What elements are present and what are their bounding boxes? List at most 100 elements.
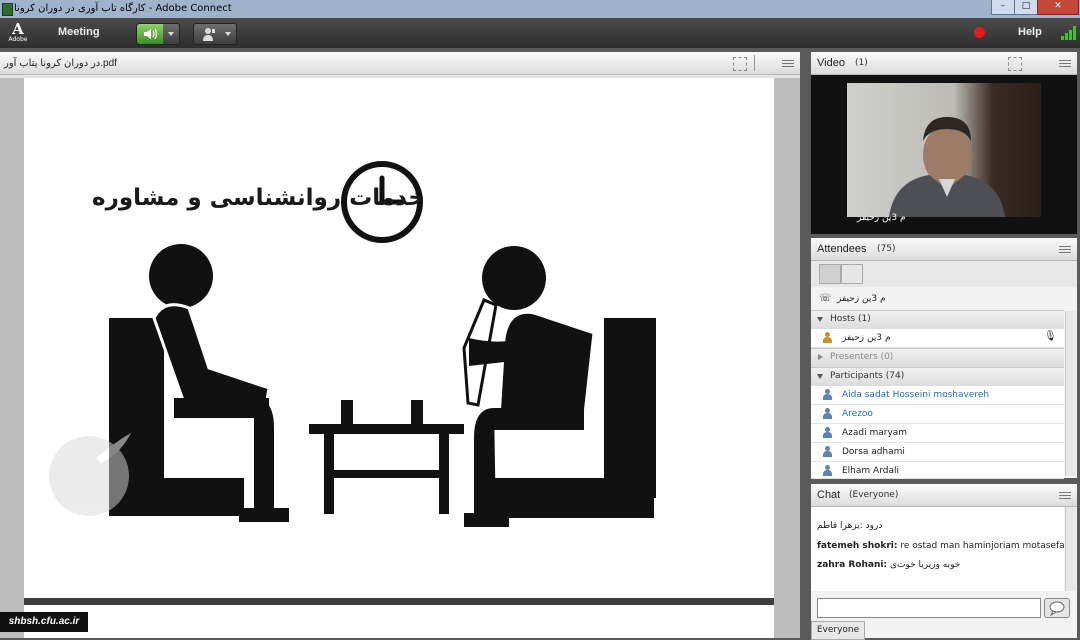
- chat-pod: Chat (Everyone) درود :یزهرا فاطم fatemeh…: [811, 484, 1077, 640]
- host-user-icon: [822, 332, 832, 343]
- participant-user-icon: [822, 408, 832, 419]
- chat-transcript: درود :یزهرا فاطم fatemeh shokri: re osta…: [811, 507, 1076, 591]
- presenters-label: Presenters (0): [830, 352, 894, 362]
- participant-user-icon: [822, 446, 832, 457]
- participant-name: Dorsa adhami: [842, 447, 905, 457]
- minimize-button[interactable]: –: [991, 0, 1015, 15]
- attendees-pod-header: Attendees (75): [811, 238, 1077, 261]
- participants-section[interactable]: Participants (74): [811, 367, 1064, 386]
- speaker-icon: [137, 24, 163, 44]
- video-fullscreen-icon[interactable]: [1008, 57, 1022, 71]
- window-title: کارگاه تاب آوری در دوران کرونا - Adobe C…: [14, 3, 232, 14]
- speaker-webcam-image: [889, 117, 1005, 217]
- connection-signal-icon: [1061, 26, 1077, 40]
- counseling-illustration: [49, 161, 656, 527]
- attendee-view-switcher: [811, 261, 1077, 287]
- participant-name: Arezoo: [842, 409, 873, 419]
- video-area: م 3ین زحیفز: [811, 75, 1077, 234]
- attendees-pod-title: Attendees: [817, 243, 867, 255]
- share-right-margin: [774, 78, 800, 638]
- share-left-margin: [0, 78, 24, 638]
- webcam-user-icon: [200, 27, 216, 47]
- share-pod-header: در دوران کرونا یتاب آور.pdf: [0, 52, 800, 75]
- meeting-toolbar: A Adobe Meeting Help: [0, 18, 1080, 48]
- shared-file-name: در دوران کرونا یتاب آور.pdf: [4, 58, 117, 69]
- site-watermark: shbsh.cfu.ac.ir: [0, 612, 88, 632]
- current-user-row[interactable]: ☏ م 3ین زحیفز: [811, 289, 1077, 309]
- speaker-button[interactable]: [136, 23, 180, 45]
- recording-indicator-icon[interactable]: [974, 27, 985, 38]
- chat-recipient-tab[interactable]: Everyone: [811, 621, 865, 640]
- microphone-icon: 🎙: [1044, 331, 1057, 342]
- video-pod: Video (1) م 3ین زحیفز: [811, 52, 1077, 234]
- coffee-table: [309, 400, 464, 514]
- collapse-icon: [817, 374, 823, 379]
- presentation-slide: خدمات روانشناسی و مشاوره: [24, 78, 774, 598]
- close-button[interactable]: ✕: [1037, 0, 1079, 15]
- expand-icon: [818, 354, 826, 360]
- participant-name: Aida sadat Hosseini moshavereh: [842, 390, 990, 400]
- participants-label: Participants (74): [830, 371, 905, 381]
- participant-user-icon: [822, 389, 832, 400]
- attendees-pod-menu-icon[interactable]: [1059, 244, 1071, 254]
- header-divider: [754, 55, 755, 71]
- video-count: (1): [855, 58, 868, 68]
- attendees-pod: Attendees (75) ☏ م 3ین زحیفز Hosts (1) م…: [811, 238, 1077, 479]
- chat-pod-title: Chat: [817, 489, 841, 501]
- chat-pod-header: Chat (Everyone): [811, 484, 1077, 507]
- chat-sender: fatemeh shokri:: [817, 541, 898, 551]
- attendees-scrollbar[interactable]: [1065, 311, 1076, 476]
- pod-menu-icon[interactable]: [782, 58, 794, 68]
- speaker-name-label: م 3ین زحیفز: [857, 213, 906, 223]
- attendee-row[interactable]: م 3ین زحیفز 🎙: [811, 329, 1064, 348]
- window-title-bar: کارگاه تاب آوری در دوران کرونا - Adobe C…: [0, 0, 1080, 18]
- meeting-menu[interactable]: Meeting: [58, 26, 100, 38]
- attendee-row[interactable]: Azadi maryam: [811, 424, 1064, 443]
- current-user-name: م 3ین زحیفز: [837, 294, 886, 304]
- next-slide-preview: [24, 605, 774, 638]
- send-message-button[interactable]: [1044, 598, 1070, 618]
- hosts-section[interactable]: Hosts (1): [811, 310, 1064, 329]
- list-view-icon[interactable]: [819, 264, 841, 284]
- chat-text: re ostad man haminjoriam motasefane: [900, 541, 1076, 551]
- speaker-dropdown-icon[interactable]: [168, 32, 174, 36]
- phone-status-icon[interactable]: ☏: [819, 293, 832, 304]
- presenters-section[interactable]: Presenters (0): [811, 348, 1064, 367]
- camera-button[interactable]: [193, 23, 237, 45]
- left-person-silhouette: [109, 244, 289, 522]
- chat-scope: (Everyone): [849, 490, 899, 500]
- speech-bubble-icon: [1049, 601, 1065, 617]
- camera-dropdown-icon[interactable]: [225, 32, 231, 36]
- chat-text: خوبه وزیریا خوت‌ی: [889, 560, 961, 570]
- chat-sender: zahra Rohani:: [817, 560, 888, 570]
- chat-input[interactable]: [817, 598, 1041, 618]
- chat-scrollbar[interactable]: [1065, 507, 1076, 591]
- attendee-row[interactable]: Elham Ardali: [811, 462, 1064, 479]
- hosts-label: Hosts (1): [830, 314, 871, 324]
- collapse-icon: [817, 317, 823, 322]
- maximize-button[interactable]: □: [1014, 0, 1038, 15]
- slide-divider: [24, 598, 774, 605]
- help-menu[interactable]: Help: [1018, 26, 1042, 38]
- right-person-silhouette: [462, 246, 656, 527]
- participant-name: Azadi maryam: [842, 428, 908, 438]
- chat-message: zahra Rohani: خوبه وزیریا خوت‌ی: [817, 560, 960, 570]
- attendee-row[interactable]: Dorsa adhami: [811, 443, 1064, 462]
- chat-message: درود :یزهرا فاطم: [817, 521, 882, 531]
- chat-pod-menu-icon[interactable]: [1059, 490, 1071, 500]
- attendee-row[interactable]: Aida sadat Hosseini moshavereh: [811, 386, 1064, 405]
- app-icon: [2, 3, 13, 16]
- participant-name: Elham Ardali: [842, 466, 899, 476]
- video-pod-menu-icon[interactable]: [1059, 58, 1071, 68]
- attendee-row[interactable]: Arezoo: [811, 405, 1064, 424]
- video-pod-title: Video: [817, 57, 845, 69]
- adobe-logo-letter: A: [12, 20, 24, 38]
- slide-heading: خدمات روانشناسی و مشاوره: [92, 185, 425, 211]
- grid-view-icon[interactable]: [841, 264, 863, 284]
- video-pod-header: Video (1): [811, 52, 1077, 75]
- fullscreen-icon[interactable]: [733, 57, 747, 71]
- participant-user-icon: [822, 427, 832, 438]
- webcam-feed: [847, 83, 1041, 217]
- adobe-logo: A Adobe: [7, 22, 29, 46]
- participant-user-icon: [822, 465, 832, 476]
